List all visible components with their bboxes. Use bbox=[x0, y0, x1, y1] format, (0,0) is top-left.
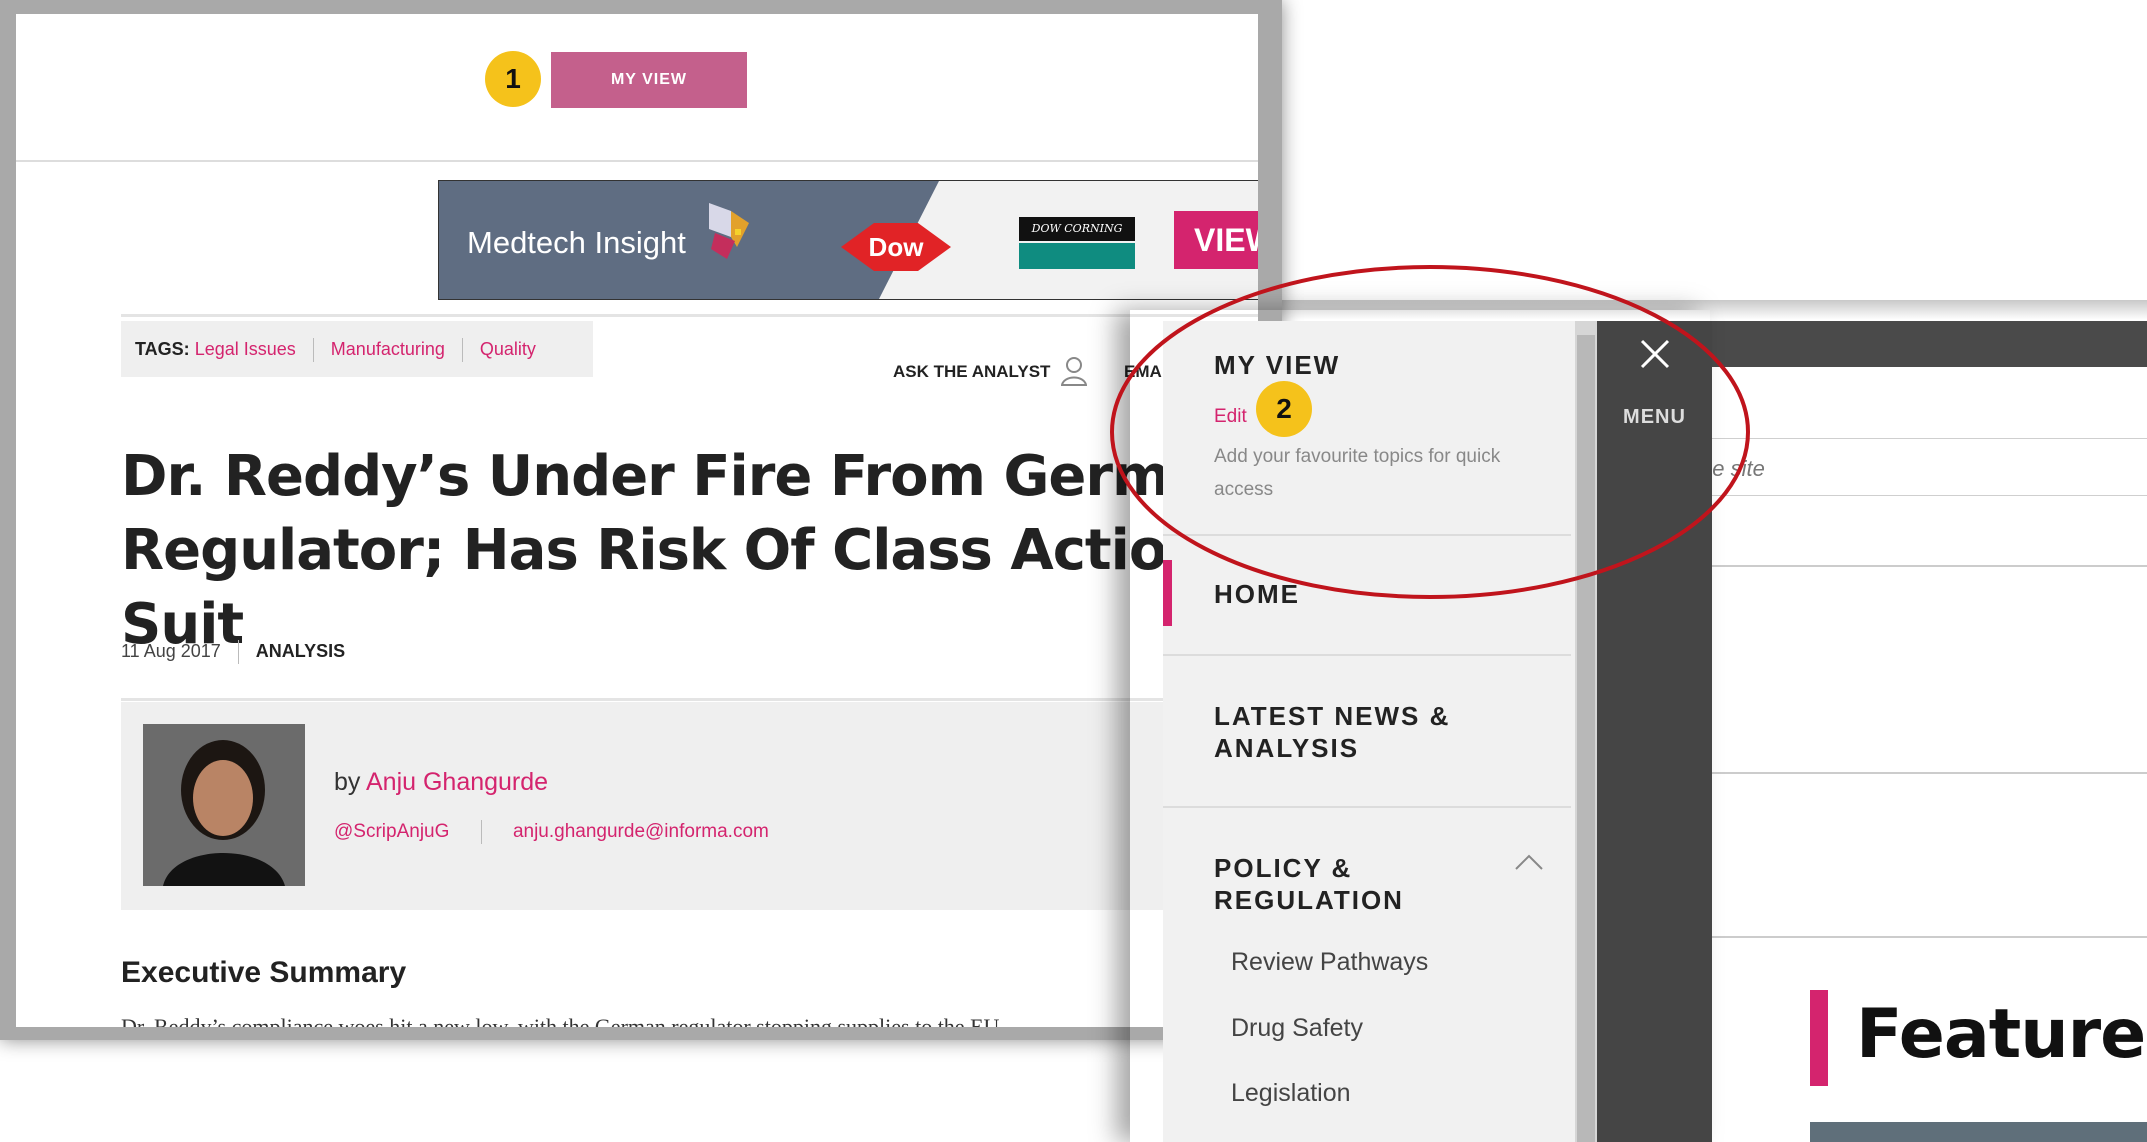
dow-corning-bar bbox=[1019, 243, 1135, 269]
article-page: 1 MY VIEW Medtech Insight Dow DOW CORNIN… bbox=[16, 14, 1258, 1027]
menu-label[interactable]: MENU bbox=[1597, 406, 1712, 429]
header-strip bbox=[1712, 321, 2147, 367]
my-view-title: MY VIEW bbox=[1214, 350, 1341, 380]
menu-item-policy-regulation[interactable]: POLICY & REGULATION bbox=[1214, 852, 1474, 916]
annotation-badge-2: 2 bbox=[1256, 381, 1312, 437]
author-email-link[interactable]: anju.ghangurde@informa.com bbox=[513, 821, 769, 842]
ask-the-analyst-link[interactable]: ASK THE ANALYST bbox=[893, 362, 1050, 382]
article-body: Dr. Reddy’s compliance woes hit a new lo… bbox=[121, 1014, 1000, 1027]
author-name-link[interactable]: Anju Ghangurde bbox=[366, 768, 548, 796]
article-window: 1 MY VIEW Medtech Insight Dow DOW CORNIN… bbox=[0, 0, 1282, 1040]
tags-label: TAGS: bbox=[135, 339, 190, 359]
section-heading: Executive Summary bbox=[121, 956, 407, 989]
user-icon[interactable] bbox=[1061, 356, 1087, 386]
article-headline: Dr. Reddy’s Under Fire From German Regul… bbox=[121, 444, 1246, 657]
divider bbox=[121, 314, 1258, 317]
divider bbox=[1163, 534, 1571, 536]
separator bbox=[237, 640, 239, 664]
menu-item-latest-news[interactable]: LATEST NEWS & ANALYSIS bbox=[1214, 700, 1504, 764]
tag-link[interactable]: Quality bbox=[480, 339, 536, 359]
tag-link[interactable]: Manufacturing bbox=[331, 339, 445, 359]
article-meta: 11 Aug 2017 ANALYSIS bbox=[121, 640, 345, 664]
featured-heading: Featured bbox=[1856, 995, 2147, 1074]
tags-bar: TAGS: Legal Issues Manufacturing Quality bbox=[121, 321, 593, 377]
divider bbox=[1163, 806, 1571, 808]
dow-corning-logo: DOW CORNING bbox=[1019, 217, 1135, 241]
separator bbox=[461, 338, 463, 363]
scrollbar-thumb[interactable] bbox=[1577, 335, 1595, 1142]
submenu-item[interactable]: Drug Safety bbox=[1231, 1014, 1363, 1043]
my-view-edit-link[interactable]: Edit bbox=[1214, 406, 1247, 428]
medtech-logo-icon bbox=[709, 203, 749, 259]
featured-accent-bar bbox=[1810, 990, 1828, 1086]
author-twitter-link[interactable]: @ScripAnjuG bbox=[334, 821, 449, 842]
article-type: ANALYSIS bbox=[255, 640, 346, 661]
divider bbox=[1710, 772, 2147, 774]
annotation-badge-1: 1 bbox=[485, 51, 541, 107]
submenu-item[interactable]: Legislation bbox=[1231, 1079, 1351, 1108]
by-label: by bbox=[334, 768, 361, 796]
ad-banner[interactable]: Medtech Insight Dow DOW CORNING VIEW bbox=[438, 180, 1258, 300]
banner-view-button[interactable]: VIEW bbox=[1174, 211, 1258, 269]
my-view-description: Add your favourite topics for quick acce… bbox=[1214, 446, 1501, 500]
banner-brand: Medtech Insight bbox=[467, 225, 686, 260]
close-icon[interactable] bbox=[1637, 336, 1673, 372]
my-view-button[interactable]: MY VIEW bbox=[551, 52, 747, 108]
menu-item-home[interactable]: HOME bbox=[1214, 578, 1300, 610]
chevron-up-icon[interactable] bbox=[1514, 852, 1544, 872]
author-box: by Anju Ghangurde @ScripAnjuG anju.ghang… bbox=[121, 702, 1258, 910]
featured-image[interactable] bbox=[1810, 1122, 2147, 1142]
author-avatar bbox=[143, 724, 305, 886]
submenu-item[interactable]: Review Pathways bbox=[1231, 948, 1428, 977]
active-indicator bbox=[1163, 560, 1172, 626]
author-photo-icon bbox=[143, 724, 305, 886]
divider bbox=[1710, 936, 2147, 938]
separator bbox=[312, 338, 314, 363]
author-byline: by Anju Ghangurde bbox=[334, 768, 548, 797]
author-contacts: @ScripAnjuG anju.ghangurde@informa.com bbox=[334, 820, 769, 844]
menu-rail bbox=[1597, 321, 1712, 1142]
article-date: 11 Aug 2017 bbox=[121, 640, 221, 661]
tag-link[interactable]: Legal Issues bbox=[195, 339, 296, 359]
divider bbox=[16, 160, 1258, 162]
divider bbox=[121, 698, 1258, 701]
divider bbox=[1710, 565, 2147, 567]
divider bbox=[1163, 654, 1571, 656]
separator bbox=[480, 820, 482, 844]
